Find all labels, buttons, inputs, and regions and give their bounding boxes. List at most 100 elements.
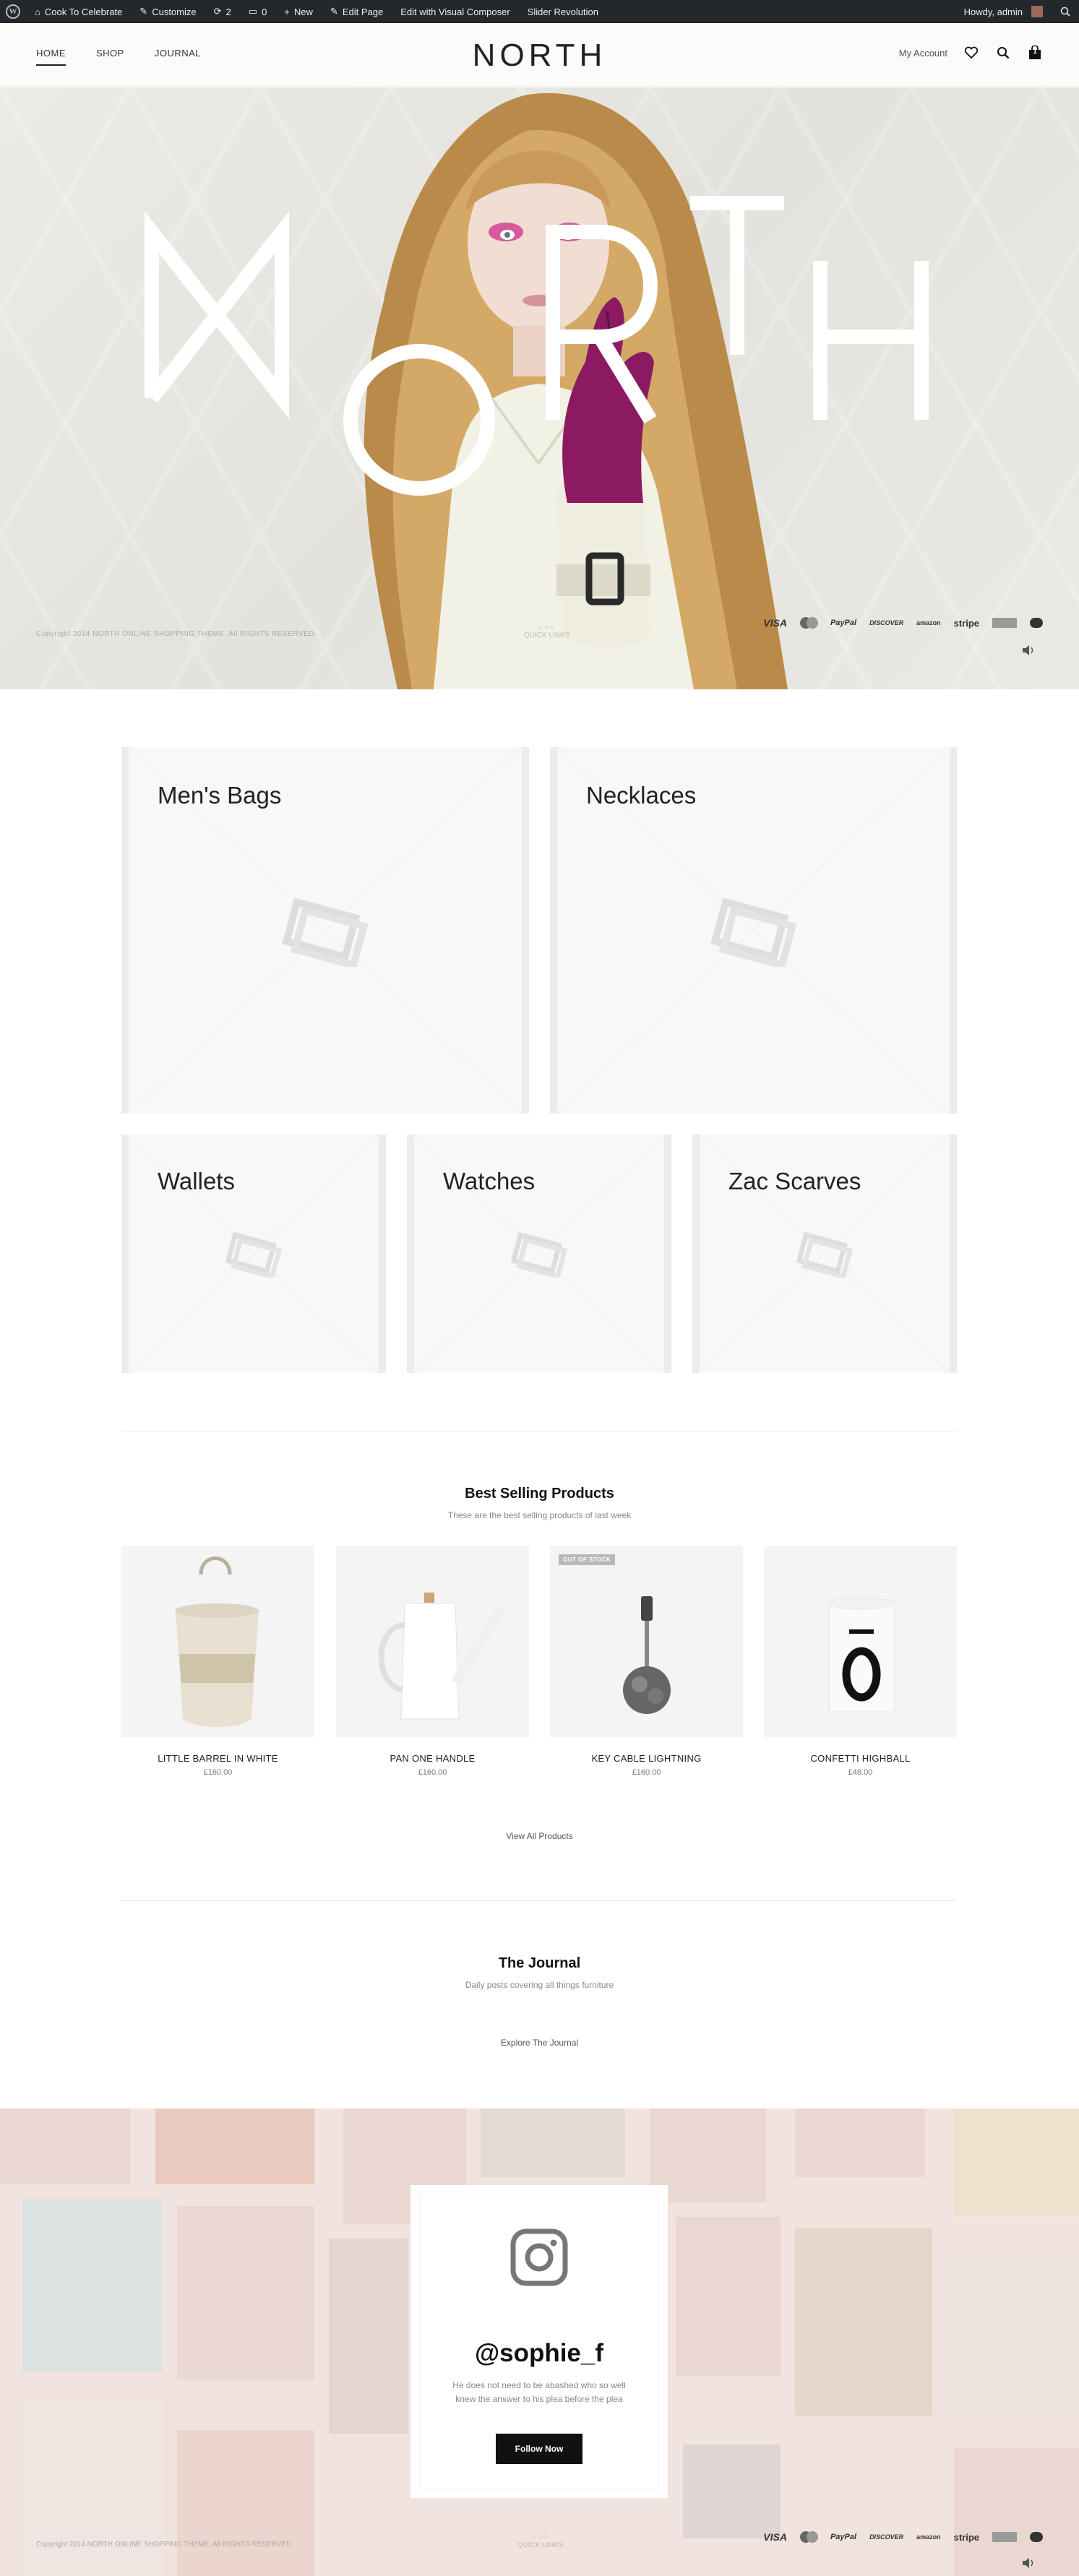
admin-bar-site-link[interactable]: ⌂ Cook To Celebrate bbox=[26, 0, 131, 23]
hero-quick-links[interactable]: ○○○ QUICK LINKS bbox=[524, 624, 569, 639]
plus-icon: + bbox=[284, 6, 290, 17]
instagram-photo[interactable] bbox=[22, 2398, 163, 2576]
view-all-products-link[interactable]: View All Products bbox=[0, 1831, 1079, 1841]
best-selling-title: Best Selling Products bbox=[465, 1486, 614, 1502]
product-image[interactable] bbox=[336, 1546, 529, 1737]
kettle-image bbox=[378, 1593, 507, 1720]
cart-count: 1 bbox=[1033, 48, 1037, 56]
admin-bar-account[interactable]: Howdy, admin bbox=[955, 0, 1052, 23]
wishlist-icon[interactable] bbox=[963, 45, 979, 61]
product-name[interactable]: CONFETTI HIGHBALL bbox=[764, 1753, 957, 1764]
hero-wordmark bbox=[145, 196, 929, 496]
category-necklaces[interactable]: Necklaces bbox=[550, 747, 957, 1113]
instagram-photo[interactable] bbox=[954, 2108, 1079, 2217]
instagram-photo[interactable] bbox=[22, 2199, 163, 2372]
product-name[interactable]: KEY CABLE LIGHTNING bbox=[550, 1753, 743, 1764]
admin-bar-search[interactable] bbox=[1052, 0, 1079, 23]
highball-image bbox=[828, 1597, 895, 1713]
instagram-photo[interactable] bbox=[676, 2217, 781, 2376]
admin-bar-slider-revolution[interactable]: Slider Revolution bbox=[519, 0, 607, 23]
hero-slider: Copyright 2014 NORTH ONLINE SHOPPING THE… bbox=[0, 87, 1079, 689]
instagram-photo[interactable] bbox=[954, 2448, 1079, 2576]
footer-quick-links[interactable]: ○○○ QUICK LINKS bbox=[517, 2533, 563, 2549]
search-icon bbox=[1060, 7, 1070, 17]
instagram-photo[interactable] bbox=[954, 2253, 1079, 2419]
instagram-photo[interactable] bbox=[329, 2239, 408, 2434]
site-header: HOME SHOP JOURNAL NORTH My Account 1 bbox=[0, 23, 1079, 87]
product-card[interactable]: CONFETTI HIGHBALL £48.00 bbox=[764, 1546, 957, 1777]
diners-icon bbox=[1030, 2532, 1043, 2542]
updates-icon: ⟳ bbox=[213, 6, 222, 17]
category-title: Necklaces bbox=[586, 782, 697, 809]
amazon-icon: amazon bbox=[916, 619, 941, 626]
product-price: £160.00 bbox=[418, 1768, 447, 1777]
category-zac-scarves[interactable]: Zac Scarves bbox=[692, 1134, 957, 1373]
product-name[interactable]: LITTLE BARREL IN WHITE bbox=[121, 1753, 314, 1764]
hero-copyright: Copyright 2014 NORTH ONLINE SHOPPING THE… bbox=[36, 630, 317, 638]
sound-icon[interactable] bbox=[1021, 2556, 1036, 2569]
instagram-photo[interactable] bbox=[795, 2108, 925, 2177]
cart-icon[interactable]: 1 bbox=[1027, 45, 1043, 61]
comments-count: 0 bbox=[262, 6, 267, 17]
admin-bar-customize-label: Customize bbox=[152, 6, 197, 17]
category-title: Men's Bags bbox=[158, 782, 282, 809]
category-mens-bags[interactable]: Men's Bags bbox=[121, 747, 529, 1113]
product-card[interactable]: OUT OF STOCK KEY CABLE LIGHTNING £160.00 bbox=[550, 1546, 743, 1777]
admin-bar-customize[interactable]: ✎ Customize bbox=[131, 0, 205, 23]
paypal-icon: PayPal bbox=[830, 619, 857, 627]
product-card[interactable]: LITTLE BARREL IN WHITE £160.00 bbox=[121, 1546, 314, 1777]
my-account-link[interactable]: My Account bbox=[899, 48, 947, 59]
quick-links-label: QUICK LINKS bbox=[517, 2541, 564, 2549]
visa-icon: VISA bbox=[763, 2531, 787, 2543]
section-divider bbox=[121, 1900, 957, 1901]
product-image[interactable] bbox=[764, 1546, 957, 1737]
instagram-photo[interactable] bbox=[650, 2108, 766, 2202]
admin-bar: W ⌂ Cook To Celebrate ✎ Customize ⟳ 2 ▭ … bbox=[0, 0, 1079, 23]
updates-count: 2 bbox=[225, 6, 231, 17]
image-placeholder-icon bbox=[510, 1231, 568, 1278]
wordpress-logo-icon[interactable]: W bbox=[0, 0, 26, 23]
instagram-photo[interactable] bbox=[0, 2108, 130, 2184]
instagram-photo[interactable] bbox=[795, 2228, 932, 2416]
product-image[interactable] bbox=[121, 1546, 314, 1737]
admin-bar-comments[interactable]: ▭ 0 bbox=[240, 0, 276, 23]
instagram-section: @sophie_f He does not need to be abashed… bbox=[0, 2108, 1079, 2576]
admin-bar-updates[interactable]: ⟳ 2 bbox=[205, 0, 240, 23]
instagram-card: @sophie_f He does not need to be abashed… bbox=[410, 2185, 668, 2498]
product-price: £160.00 bbox=[203, 1768, 233, 1777]
product-card[interactable]: PAN ONE HANDLE £160.00 bbox=[336, 1546, 529, 1777]
explore-journal-link[interactable]: Explore The Journal bbox=[0, 2038, 1079, 2048]
category-title: Wallets bbox=[158, 1168, 235, 1194]
admin-bar-site-name: Cook To Celebrate bbox=[44, 6, 123, 17]
product-image[interactable]: OUT OF STOCK bbox=[550, 1546, 743, 1737]
admin-bar-new-label: New bbox=[293, 6, 313, 17]
instagram-photo[interactable] bbox=[155, 2108, 314, 2184]
instagram-photo[interactable] bbox=[683, 2444, 781, 2538]
instagram-icon[interactable] bbox=[510, 2228, 568, 2286]
out-of-stock-badge: OUT OF STOCK bbox=[559, 1554, 616, 1565]
admin-bar-edit-page[interactable]: ✎ Edit Page bbox=[322, 0, 392, 23]
social-dots-icon: ○○○ bbox=[538, 624, 556, 632]
product-name[interactable]: PAN ONE HANDLE bbox=[336, 1753, 529, 1764]
admin-bar-new[interactable]: + New bbox=[275, 0, 322, 23]
footer-copyright: Copyright 2014 NORTH ONLINE SHOPPING THE… bbox=[36, 2541, 294, 2549]
category-watches[interactable]: Watches bbox=[407, 1134, 671, 1373]
journal-subtitle: Daily posts covering all things furnitur… bbox=[465, 1980, 614, 1990]
instagram-photo[interactable] bbox=[177, 2206, 314, 2379]
instagram-photo[interactable] bbox=[481, 2108, 625, 2177]
home-icon: ⌂ bbox=[35, 6, 40, 17]
sound-icon[interactable] bbox=[1021, 644, 1036, 657]
amex-icon bbox=[992, 2532, 1017, 2542]
admin-bar-visual-composer[interactable]: Edit with Visual Composer bbox=[392, 0, 519, 23]
image-placeholder-icon bbox=[710, 897, 797, 967]
stripe-icon: stripe bbox=[953, 2531, 979, 2543]
cable-image bbox=[623, 1596, 671, 1714]
discover-icon: DISCOVER bbox=[869, 619, 904, 626]
brush-icon: ✎ bbox=[139, 6, 148, 17]
follow-now-button[interactable]: Follow Now bbox=[496, 2434, 583, 2464]
quick-links-label: QUICK LINKS bbox=[524, 632, 570, 639]
instagram-photo[interactable] bbox=[177, 2430, 314, 2576]
search-icon[interactable] bbox=[995, 45, 1011, 61]
category-wallets[interactable]: Wallets bbox=[121, 1134, 386, 1373]
product-price: £160.00 bbox=[632, 1768, 661, 1777]
